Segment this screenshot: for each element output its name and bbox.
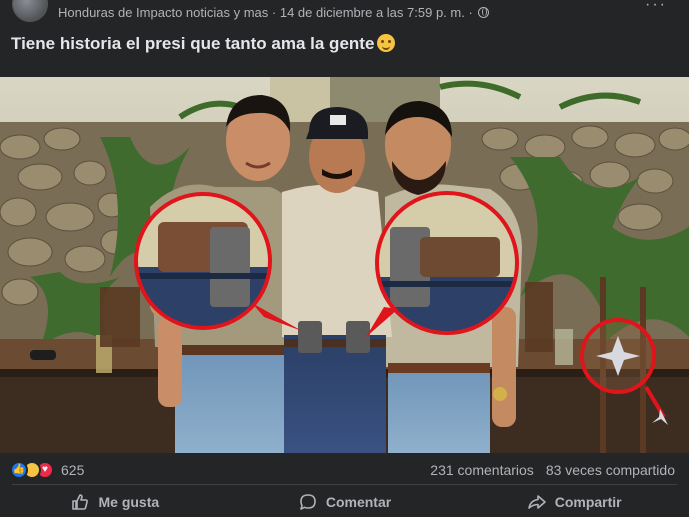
comment-button[interactable]: Comentar [230, 486, 460, 517]
shares-count[interactable]: 83 veces compartido [546, 462, 675, 478]
comments-count[interactable]: 231 comentarios [430, 462, 534, 478]
page-name-link[interactable]: Honduras de Impacto noticias y mas [58, 5, 268, 20]
reactions-summary[interactable]: 👍 ♥ 625 [10, 460, 84, 480]
hugging-face-emoji-icon [377, 34, 396, 52]
like-button[interactable]: Me gusta [0, 486, 230, 517]
share-button[interactable]: Compartir [459, 486, 689, 517]
action-bar: Me gusta Comentar Compartir [0, 486, 689, 517]
post-timestamp[interactable]: 14 de diciembre a las 7:59 p. m. [280, 5, 465, 20]
globe-icon [478, 7, 490, 18]
post-stats: 231 comentarios 83 veces compartido [430, 462, 675, 478]
meta-separator-2: · [464, 5, 477, 20]
comment-button-label: Comentar [325, 493, 392, 510]
post-caption: Tiene historia el presi que tanto ama la… [11, 34, 396, 54]
meta-separator: · [268, 5, 280, 20]
like-icon: 👍 [10, 461, 28, 479]
share-icon [527, 494, 546, 509]
ellipsis-icon[interactable]: ··· [645, 0, 667, 14]
post-caption-text: Tiene historia el presi que tanto ama la… [11, 34, 375, 53]
reaction-count: 625 [61, 462, 85, 478]
thumbs-up-icon [72, 493, 89, 510]
divider [12, 484, 677, 485]
share-button-label: Compartir [554, 493, 622, 510]
comment-icon [300, 493, 316, 510]
page-avatar[interactable] [12, 0, 48, 22]
post-photo[interactable] [0, 77, 689, 453]
post-header: Honduras de Impacto noticias y mas · 14 … [0, 0, 689, 26]
photo-illustration [0, 77, 689, 453]
post-meta: Honduras de Impacto noticias y mas · 14 … [58, 5, 490, 20]
like-button-label: Me gusta [98, 493, 160, 510]
